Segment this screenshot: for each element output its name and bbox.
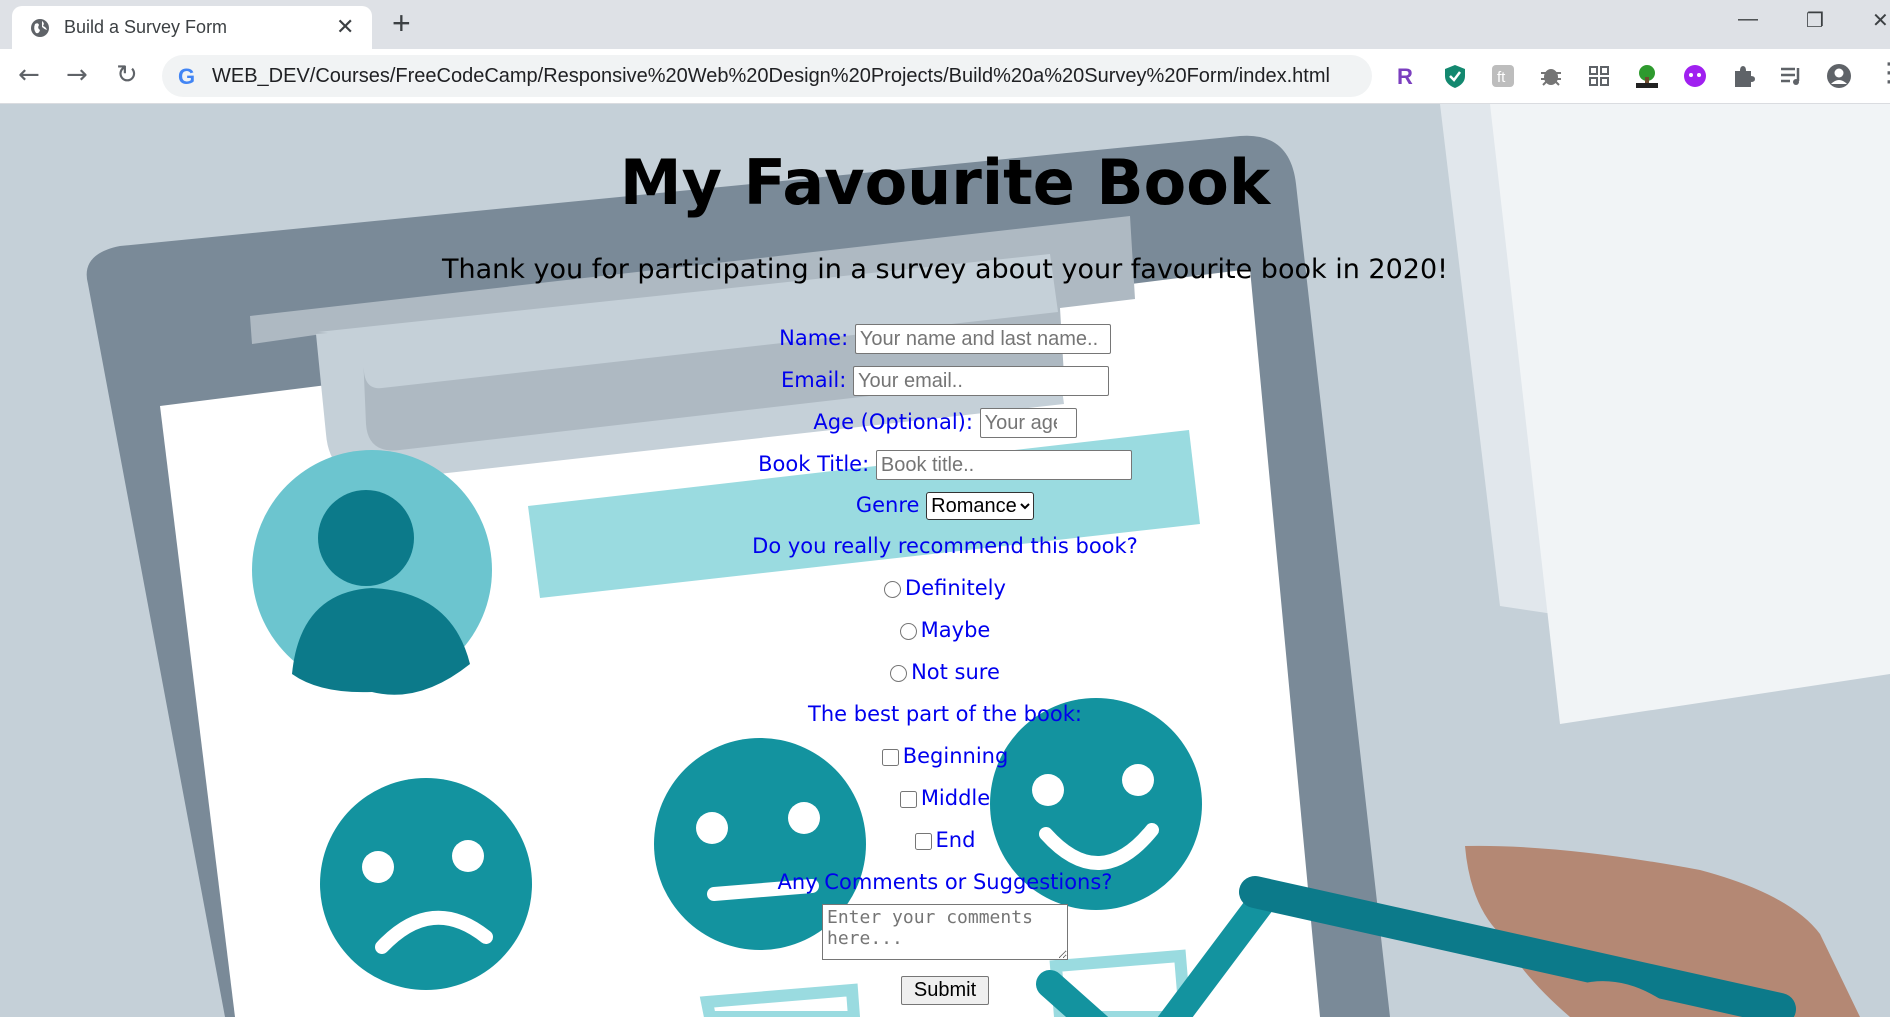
checkbox-end[interactable] bbox=[914, 832, 932, 850]
radio-not-sure-label[interactable]: Not sure bbox=[911, 660, 1000, 684]
email-row: Email: bbox=[0, 366, 1890, 396]
genre-row: Genre Romance bbox=[0, 492, 1890, 520]
name-input[interactable] bbox=[854, 324, 1111, 354]
radio-maybe[interactable] bbox=[899, 622, 917, 640]
tab-title: Build a Survey Form bbox=[64, 17, 228, 37]
radio-definitely-row: Definitely bbox=[0, 576, 1890, 600]
checkbox-beginning[interactable] bbox=[881, 748, 899, 766]
name-row: Name: bbox=[0, 324, 1890, 354]
checkbox-end-row: End bbox=[0, 828, 1890, 852]
checkbox-middle-row: Middle bbox=[0, 786, 1890, 810]
radio-maybe-label[interactable]: Maybe bbox=[921, 618, 991, 642]
radio-definitely-label[interactable]: Definitely bbox=[905, 576, 1006, 600]
email-input[interactable] bbox=[853, 366, 1110, 396]
html-tree-extension-icon[interactable] bbox=[1634, 63, 1660, 89]
checkbox-beginning-label[interactable]: Beginning bbox=[903, 744, 1009, 768]
google-icon: G bbox=[178, 64, 196, 89]
best-part-question-text: The best part of the book: bbox=[808, 702, 1082, 726]
restore-button[interactable]: ❐ bbox=[1806, 8, 1824, 33]
close-window-button[interactable]: ✕ bbox=[1872, 8, 1889, 33]
genre-label: Genre bbox=[855, 493, 920, 517]
media-queue-icon[interactable] bbox=[1778, 63, 1804, 89]
age-label: Age (Optional): bbox=[813, 410, 973, 434]
grid-extension-icon[interactable] bbox=[1586, 63, 1612, 89]
recommend-question: Do you really recommend this book? bbox=[0, 534, 1890, 558]
book-title-input[interactable] bbox=[875, 450, 1132, 480]
url-text[interactable]: WEB_DEV/Courses/FreeCodeCamp/Responsive%… bbox=[212, 65, 1330, 88]
comments-row bbox=[0, 904, 1890, 960]
back-button[interactable]: ← bbox=[18, 61, 40, 89]
radio-maybe-row: Maybe bbox=[0, 618, 1890, 642]
name-label: Name: bbox=[779, 326, 849, 350]
new-tab-button[interactable]: + bbox=[392, 6, 411, 40]
puzzle-extensions-icon[interactable] bbox=[1730, 63, 1756, 89]
browser-tab[interactable]: Build a Survey Form ✕ bbox=[12, 6, 372, 49]
checkbox-middle-label[interactable]: Middle bbox=[921, 786, 990, 810]
comments-textarea[interactable] bbox=[822, 904, 1068, 960]
book-title-label: Book Title: bbox=[758, 452, 870, 476]
radio-definitely[interactable] bbox=[884, 580, 902, 598]
comments-label-row: Any Comments or Suggestions? bbox=[0, 870, 1890, 894]
svg-text:ft: ft bbox=[1497, 69, 1506, 86]
page-title: My Favourite Book bbox=[619, 146, 1271, 219]
reload-button[interactable]: ↻ bbox=[116, 61, 138, 89]
extension-r-icon[interactable]: R bbox=[1392, 63, 1418, 89]
submit-row: Submit bbox=[0, 976, 1890, 1005]
tab-strip: Build a Survey Form ✕ + — ❐ ✕ bbox=[0, 0, 1890, 49]
profile-avatar-icon[interactable] bbox=[1826, 63, 1852, 89]
svg-text:R: R bbox=[1397, 64, 1413, 89]
submit-button[interactable]: Submit bbox=[900, 976, 990, 1005]
radio-not-sure-row: Not sure bbox=[0, 660, 1890, 684]
comments-label: Any Comments or Suggestions? bbox=[777, 870, 1113, 894]
browser-toolbar: ← → ↻ G WEB_DEV/Courses/FreeCodeCamp/Res… bbox=[0, 49, 1890, 104]
survey-description: Thank you for participating in a survey … bbox=[442, 254, 1448, 285]
email-label: Email: bbox=[780, 368, 847, 392]
best-part-question: The best part of the book: bbox=[0, 702, 1890, 726]
forward-button[interactable]: → bbox=[66, 61, 88, 89]
checkbox-end-label[interactable]: End bbox=[936, 828, 976, 852]
recommend-question-text: Do you really recommend this book? bbox=[752, 534, 1138, 558]
address-bar[interactable]: G WEB_DEV/Courses/FreeCodeCamp/Responsiv… bbox=[162, 55, 1372, 97]
survey-page: My Favourite Book Thank you for particip… bbox=[0, 104, 1890, 1017]
bug-extension-icon[interactable] bbox=[1538, 63, 1564, 89]
age-row: Age (Optional): bbox=[0, 408, 1890, 438]
book-title-row: Book Title: bbox=[0, 450, 1890, 480]
globe-icon bbox=[31, 19, 49, 37]
minimize-button[interactable]: — bbox=[1738, 8, 1758, 31]
purple-extension-icon[interactable] bbox=[1682, 63, 1708, 89]
shield-extension-icon[interactable] bbox=[1442, 63, 1468, 89]
genre-select[interactable]: Romance bbox=[926, 492, 1035, 520]
checkbox-beginning-row: Beginning bbox=[0, 744, 1890, 768]
radio-not-sure[interactable] bbox=[890, 664, 908, 682]
tab-close-icon[interactable]: ✕ bbox=[336, 14, 354, 40]
checkbox-middle[interactable] bbox=[899, 790, 917, 808]
age-input[interactable] bbox=[979, 408, 1077, 438]
chrome-menu-icon[interactable]: ⋮ bbox=[1876, 59, 1890, 87]
grey-extension-icon[interactable]: ft bbox=[1490, 63, 1516, 89]
